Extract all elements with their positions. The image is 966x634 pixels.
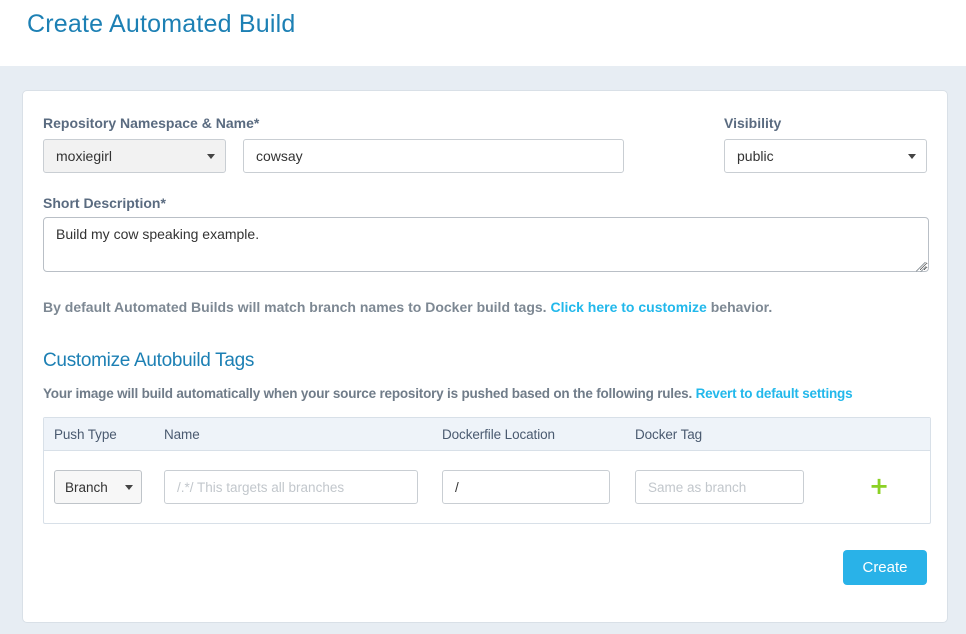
create-button[interactable]: Create [843,550,927,585]
page-background: Create Automated Build Repository Namesp… [0,0,966,634]
form-actions: Create [843,550,927,585]
page-title: Create Automated Build [27,10,966,39]
push-type-select[interactable]: Branch [54,470,142,504]
rules-table-header: Push Type Name Dockerfile Location Docke… [44,418,930,451]
branch-name-input[interactable] [164,470,418,504]
repo-visibility-row: Repository Namespace & Name* moxiegirl V… [43,115,927,173]
visibility-label: Visibility [724,115,927,131]
short-description-textarea[interactable]: Build my cow speaking example. [43,217,929,272]
rules-table-row: Branch + [44,451,930,523]
header-docker-tag: Docker Tag [635,427,847,442]
chevron-down-icon [908,154,916,159]
chevron-down-icon [125,485,133,490]
chevron-down-icon [207,154,215,159]
short-description-label: Short Description* [43,195,927,211]
add-rule-plus-icon[interactable]: + [869,476,889,496]
create-build-form-card: Repository Namespace & Name* moxiegirl V… [22,90,948,623]
default-note-suffix: behavior. [711,299,772,315]
short-description-block: Short Description* Build my cow speaking… [43,195,927,277]
default-behavior-note: By default Automated Builds will match b… [43,299,927,315]
customize-behavior-link[interactable]: Click here to customize [550,299,706,315]
push-type-select-value: Branch [65,480,108,495]
visibility-select[interactable]: public [724,139,927,173]
autobuild-rules-note: Your image will build automatically when… [43,386,927,401]
dockerfile-location-input[interactable] [442,470,610,504]
repo-namespace-name-label: Repository Namespace & Name* [43,115,624,131]
autobuild-rules-table: Push Type Name Dockerfile Location Docke… [43,417,931,524]
customize-autobuild-tags-heading: Customize Autobuild Tags [43,350,927,372]
header-push-type: Push Type [54,427,164,442]
default-note-text: By default Automated Builds will match b… [43,299,547,315]
namespace-select-value: moxiegirl [56,148,112,164]
repo-name-input[interactable] [243,139,624,173]
visibility-select-value: public [737,148,774,164]
revert-default-settings-link[interactable]: Revert to default settings [696,386,853,401]
page-header: Create Automated Build [0,0,966,66]
namespace-select[interactable]: moxiegirl [43,139,226,173]
header-name: Name [164,427,442,442]
header-dockerfile-location: Dockerfile Location [442,427,635,442]
autobuild-note-text: Your image will build automatically when… [43,386,692,401]
docker-tag-input[interactable] [635,470,804,504]
